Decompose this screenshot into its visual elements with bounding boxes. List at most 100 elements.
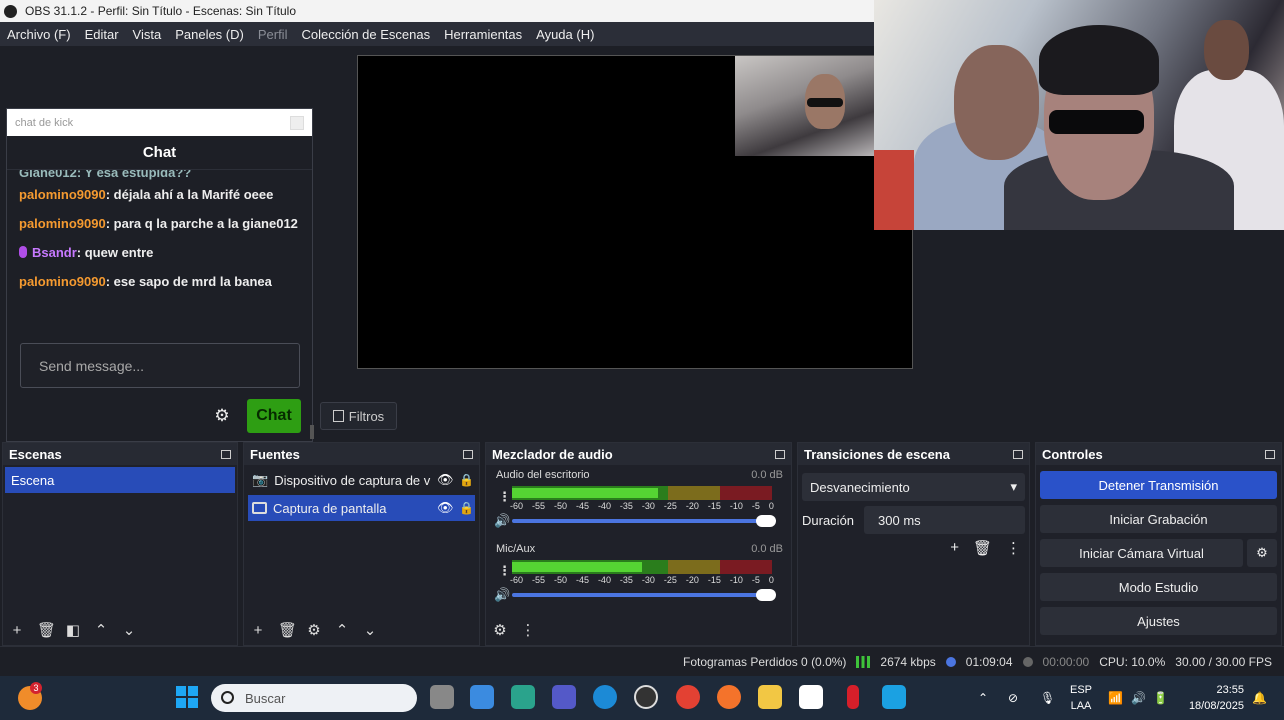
sunglasses (1049, 110, 1144, 134)
speaker-icon[interactable]: 🔊 (1131, 676, 1146, 720)
menu-paneles[interactable]: Paneles (D) (175, 27, 244, 42)
slider-knob[interactable] (756, 589, 776, 601)
volume-slider[interactable] (512, 515, 776, 527)
transition-select[interactable]: Desvanecimiento ▾ (802, 473, 1025, 501)
wifi-icon[interactable]: 📶 (1108, 676, 1123, 720)
signal-bars-icon (856, 655, 871, 668)
app-icon[interactable] (882, 685, 906, 709)
duration-label: Duración (802, 512, 855, 528)
monitor-icon (252, 502, 267, 514)
undock-icon[interactable] (221, 449, 231, 459)
menu-vista[interactable]: Vista (133, 27, 162, 42)
dock-close-icon[interactable] (290, 115, 304, 130)
menu-perfil[interactable]: Perfil (258, 27, 288, 42)
chat-username[interactable]: palomino9090 (19, 274, 106, 289)
webcam-source-small[interactable] (735, 56, 875, 156)
lock-icon[interactable]: 🔒 (459, 501, 474, 515)
speaker-icon[interactable]: 🔊 (494, 587, 510, 603)
firefox-icon[interactable] (717, 685, 741, 709)
person-hair (1039, 25, 1159, 95)
obs-icon[interactable] (634, 685, 658, 709)
chat-username[interactable]: Bsandr (32, 245, 77, 260)
menu-ayuda[interactable]: Ayuda (H) (536, 27, 594, 42)
teams-icon[interactable] (552, 685, 576, 709)
battery-icon[interactable]: 🔋 (1153, 676, 1168, 720)
file-explorer-icon[interactable] (758, 685, 782, 709)
duration-spinbox[interactable]: 300 ms (864, 506, 1025, 534)
trash-icon[interactable]: 🗑 (37, 621, 56, 639)
filters-button[interactable]: Filtros (320, 402, 397, 430)
trash-icon[interactable]: 🗑 (278, 621, 297, 639)
microphone-icon[interactable]: 🎙 (1040, 676, 1055, 720)
gear-icon[interactable]: ⚙ (306, 621, 322, 639)
notifications-icon[interactable]: 🔔 (1252, 676, 1267, 720)
task-view-icon[interactable] (430, 685, 454, 709)
chevron-down-icon[interactable]: ⌄ (121, 621, 137, 639)
start-virtual-camera-button[interactable]: Iniciar Cámara Virtual (1040, 539, 1243, 567)
trash-icon[interactable]: 🗑 (973, 539, 992, 557)
windows-start-icon[interactable] (176, 686, 198, 708)
channel-name: Audio del escritorio (496, 469, 590, 481)
camera-icon: 📷 (252, 472, 269, 487)
taskbar-clock[interactable]: 23:55 18/08/2025 (1182, 682, 1244, 714)
scene-item[interactable]: Escena (5, 467, 235, 493)
more-icon[interactable]: ⋮ (520, 621, 536, 639)
chat-username[interactable]: palomino9090 (19, 216, 106, 231)
undock-icon[interactable] (1265, 449, 1275, 459)
tray-chevron-up-icon[interactable]: ⌃ (978, 676, 988, 720)
slider-knob[interactable] (756, 515, 776, 527)
capcut-icon[interactable] (799, 685, 823, 709)
start-recording-button[interactable]: Iniciar Grabación (1040, 505, 1277, 533)
transitions-header: Transiciones de escena (798, 443, 1029, 465)
settings-icon[interactable]: ⚙ (492, 621, 508, 639)
menu-editar[interactable]: Editar (85, 27, 119, 42)
menu-herramientas[interactable]: Herramientas (444, 27, 522, 42)
chevron-up-icon[interactable]: ⌃ (334, 621, 350, 639)
volume-slider[interactable] (512, 589, 776, 601)
virtual-cam-row: Iniciar Cámara Virtual ⚙ (1036, 533, 1281, 567)
source-item-selected[interactable]: Captura de pantalla 👁 🔒 (248, 495, 475, 521)
menu-archivo[interactable]: Archivo (F) (7, 27, 71, 42)
edge-icon[interactable] (593, 685, 617, 709)
network-off-icon[interactable]: ⊘ (1008, 676, 1018, 720)
duration-row: Duración 300 ms (802, 506, 1025, 534)
chat-dock-title: chat de kick (15, 116, 74, 129)
chat-message-input[interactable]: Send message... (20, 343, 300, 388)
chat-username[interactable]: palomino9090 (19, 187, 106, 202)
app-icon[interactable] (511, 685, 535, 709)
copilot-icon[interactable] (470, 685, 494, 709)
add-icon[interactable]: + (250, 622, 266, 639)
sources-header: Fuentes (244, 443, 479, 465)
fps: 30.00 / 30.00 FPS (1175, 654, 1272, 669)
chat-scrollbar[interactable] (310, 425, 314, 439)
audio-mixer-panel: Mezclador de audio Audio del escritorio 0… (485, 442, 792, 646)
taskbar-search[interactable]: Buscar (211, 684, 417, 712)
language-indicator[interactable]: ESP LAA (1068, 682, 1094, 714)
studio-mode-button[interactable]: Modo Estudio (1040, 573, 1277, 601)
chevron-down-icon[interactable]: ⌄ (362, 621, 378, 639)
filter-icon[interactable]: ◧ (65, 621, 81, 639)
gear-icon[interactable]: ⚙ (1247, 539, 1277, 567)
add-icon[interactable]: + (950, 539, 959, 557)
add-icon[interactable]: + (9, 622, 25, 639)
speaker-icon[interactable]: 🔊 (494, 513, 510, 529)
eye-icon[interactable]: 👁 (437, 472, 454, 488)
clock-date: 18/08/2025 (1188, 700, 1244, 712)
more-icon[interactable]: ⋮ (1006, 539, 1021, 557)
stop-streaming-button[interactable]: Detener Transmisión (1040, 471, 1277, 499)
chat-message-cut: Giane012: Y esa estúpida?? (19, 170, 192, 180)
undock-icon[interactable] (775, 449, 785, 459)
undock-icon[interactable] (1013, 449, 1023, 459)
source-item[interactable]: 📷 Dispositivo de captura de v 👁 🔒 (248, 467, 475, 493)
netflix-icon[interactable] (847, 685, 859, 709)
undock-icon[interactable] (463, 449, 473, 459)
lock-icon[interactable]: 🔒 (459, 473, 474, 487)
chat-send-button[interactable]: Chat (247, 399, 301, 433)
menu-coleccion[interactable]: Colección de Escenas (301, 27, 430, 42)
chrome-icon[interactable] (676, 685, 700, 709)
chevron-up-icon[interactable]: ⌃ (93, 621, 109, 639)
mixer-header: Mezclador de audio (486, 443, 791, 465)
eye-icon[interactable]: 👁 (437, 500, 454, 516)
settings-button[interactable]: Ajustes (1040, 607, 1277, 635)
gear-icon[interactable]: ⚙ (213, 407, 231, 425)
